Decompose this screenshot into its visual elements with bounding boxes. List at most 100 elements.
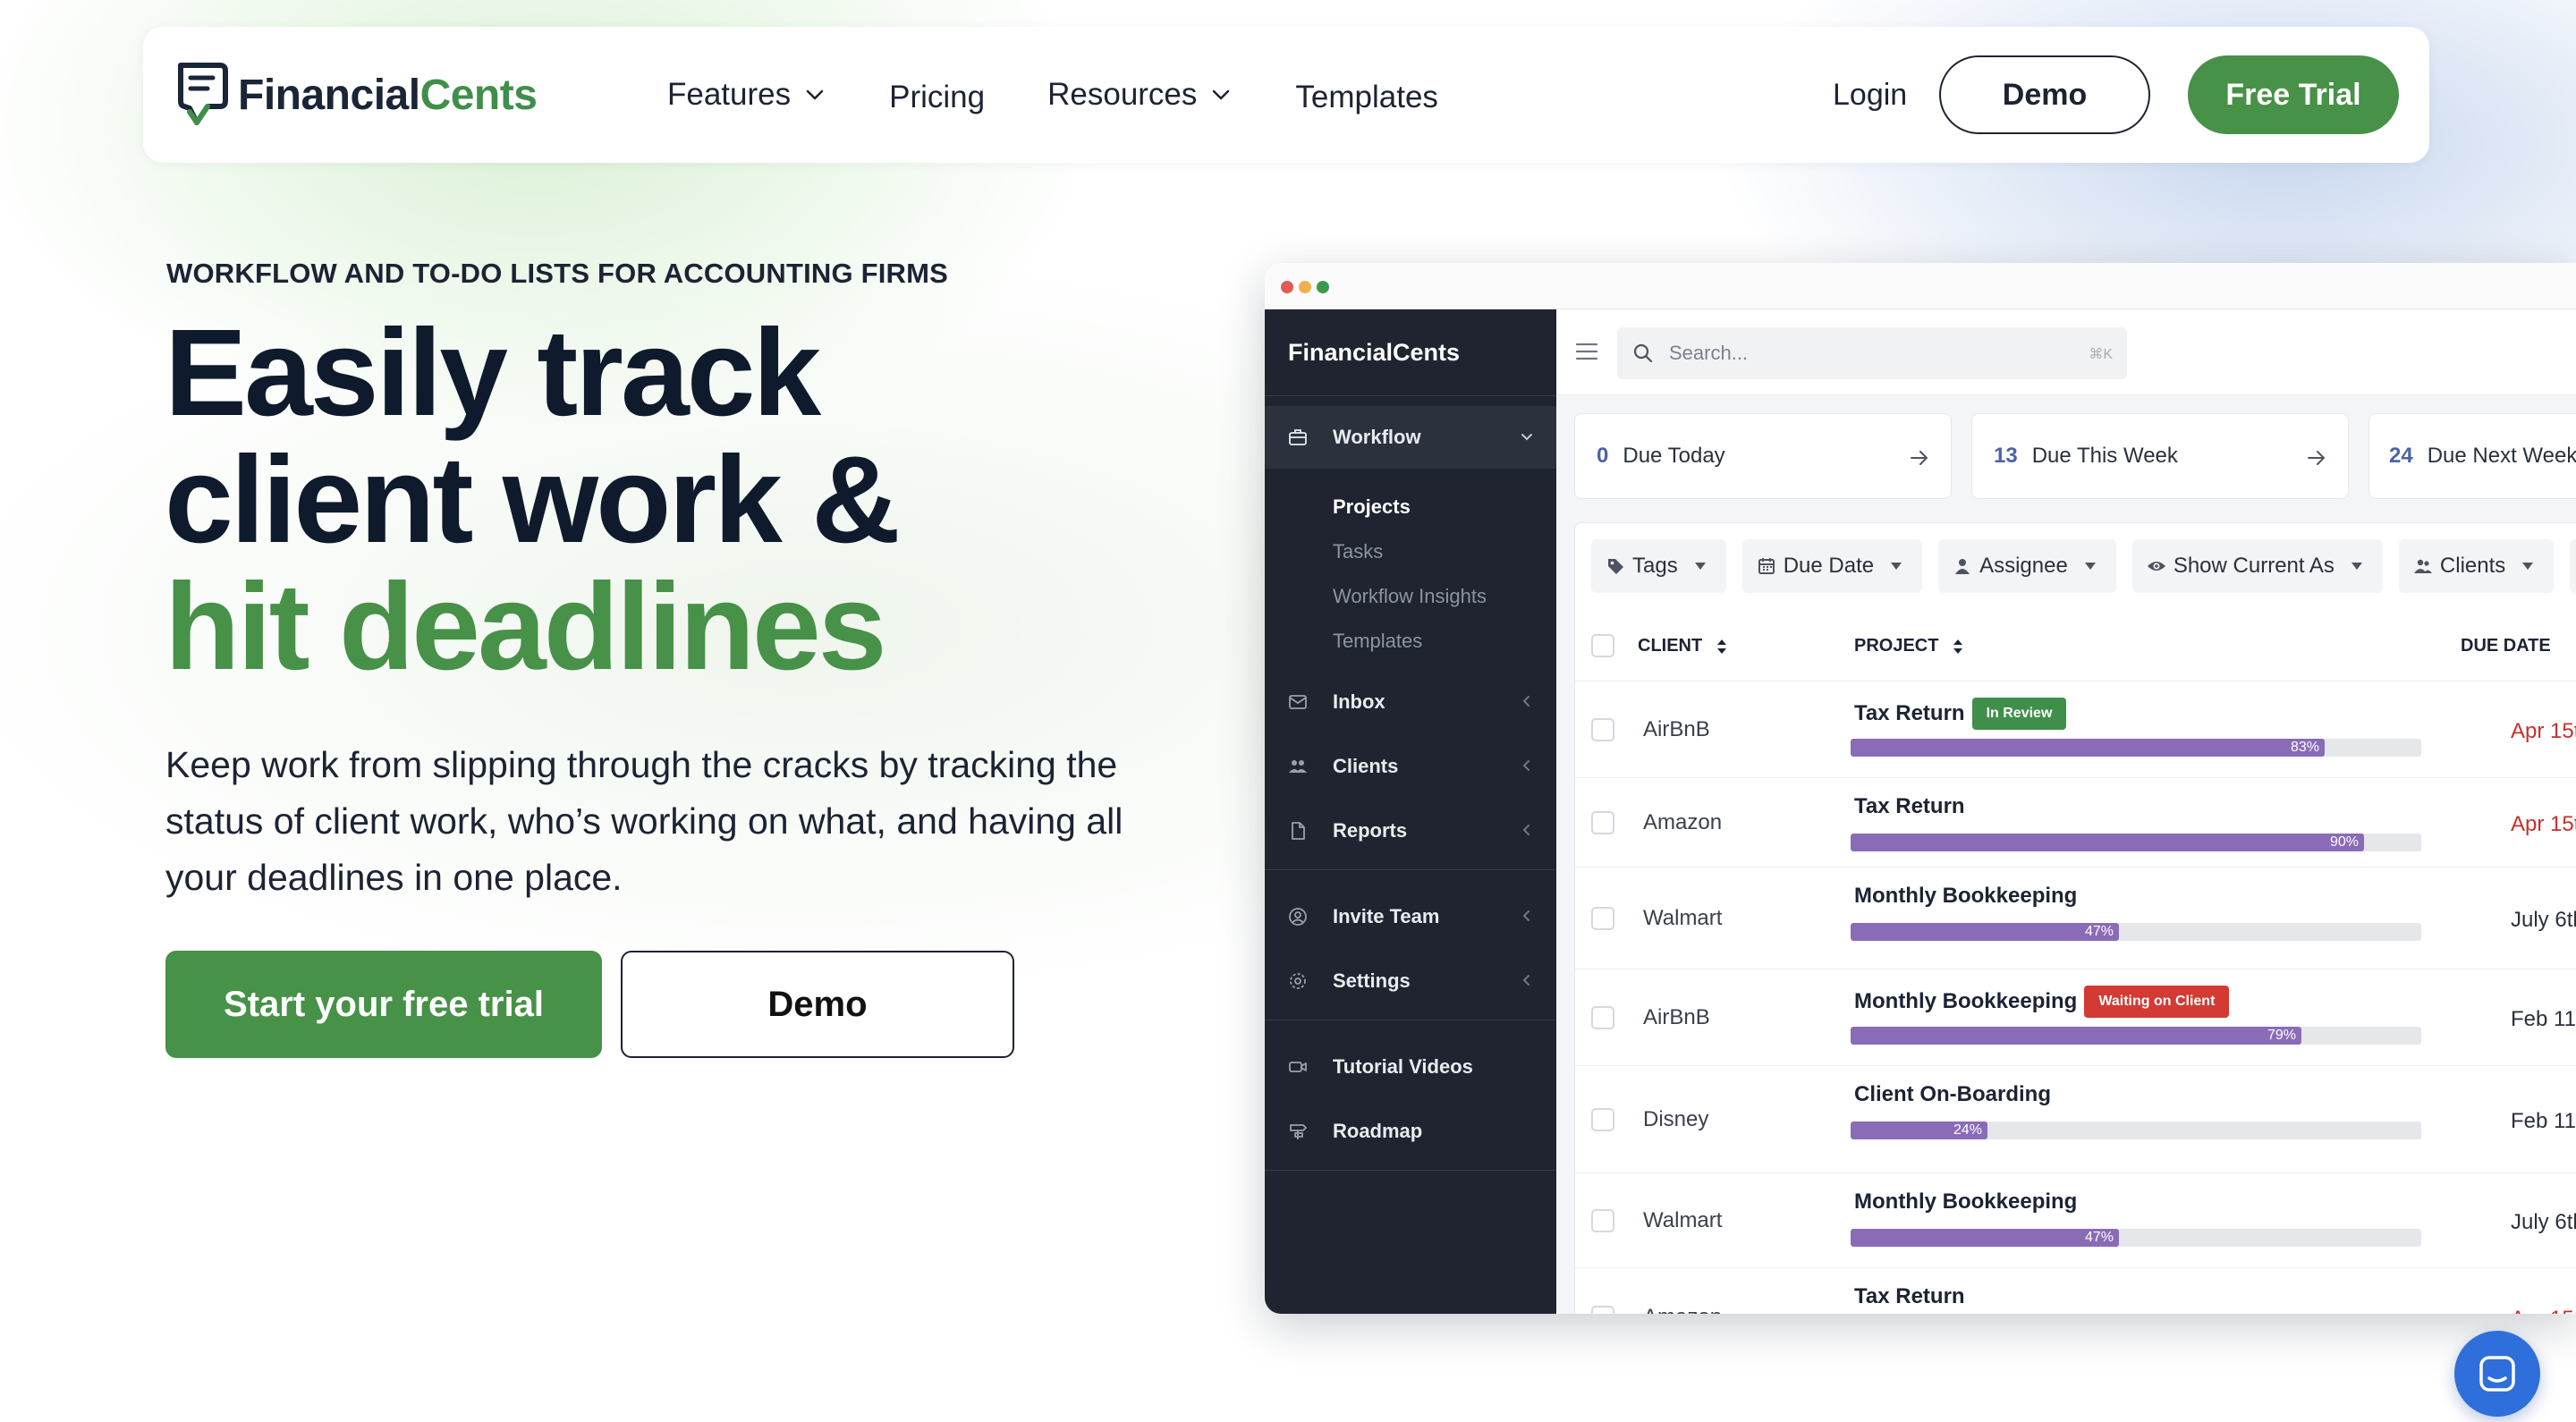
sidebar-item-tutorial-videos[interactable]: Tutorial Videos — [1265, 1036, 1556, 1098]
column-header-project[interactable]: PROJECT — [1854, 636, 1963, 656]
row-project[interactable]: Monthly Bookkeeping — [1854, 1189, 2077, 1215]
column-header-client[interactable]: CLIENT — [1638, 636, 1727, 656]
video-icon — [1289, 1062, 1307, 1072]
table-row[interactable]: Walmart Monthly Bookkeeping 47% July 6th — [1575, 1172, 2576, 1267]
row-checkbox[interactable] — [1591, 718, 1614, 741]
filter-label: Show Current As — [2173, 554, 2334, 578]
row-checkbox[interactable] — [1591, 1209, 1614, 1232]
status-badge: Waiting on Client — [2084, 986, 2230, 1018]
stat-label: Due This Week — [2031, 444, 2178, 468]
row-project[interactable]: Monthly Bookkeeping Waiting on Client — [1854, 986, 2230, 1018]
chevron-left-icon — [1522, 975, 1530, 986]
chevron-left-icon — [1522, 910, 1530, 921]
filter-assignee[interactable]: Assignee — [1938, 539, 2116, 593]
users-icon — [1289, 760, 1307, 773]
stat-due-next-week[interactable]: 24 Due Next Week — [2368, 413, 2576, 499]
progress-bar: 47% — [1851, 1229, 2421, 1247]
sidebar-item-settings[interactable]: Settings — [1265, 950, 1556, 1012]
select-all-checkbox[interactable] — [1591, 634, 1614, 657]
filter-due-date[interactable]: Due Date — [1741, 539, 1923, 593]
column-header-label: PROJECT — [1854, 636, 1939, 656]
search-placeholder: Search... — [1669, 342, 1749, 364]
table-row[interactable]: AirBnB Tax ReturnIn Review 83% Apr 15th — [1575, 681, 2576, 777]
stat-label: Due Next Week — [2427, 444, 2576, 468]
table-row[interactable]: AmazonTax Return90%Apr 15th — [1575, 1267, 2576, 1314]
sidebar-item-label: Reports — [1333, 819, 1408, 842]
stat-count: 24 — [2389, 444, 2413, 468]
sidebar-item-invite-team[interactable]: Invite Team — [1265, 885, 1556, 948]
sidebar-subitem-workflow-insights[interactable]: Workflow Insights — [1333, 585, 1487, 608]
row-client: Walmart — [1643, 906, 1723, 930]
sidebar-item-clients[interactable]: Clients — [1265, 735, 1556, 798]
chat-launcher-button[interactable] — [2454, 1331, 2540, 1417]
filter-tags[interactable]: Tags — [1591, 539, 1726, 593]
table-row[interactable]: Walmart Monthly Bookkeeping 47% July 6th — [1575, 867, 2576, 969]
stat-due-today[interactable]: 0 Due Today — [1574, 413, 1952, 499]
stat-count: 13 — [1994, 444, 2018, 468]
filter-show-current-as[interactable]: Show Current As — [2131, 539, 2383, 593]
row-checkbox[interactable] — [1591, 1108, 1614, 1131]
row-project[interactable]: Tax Return — [1854, 794, 1965, 819]
menu-icon[interactable] — [1574, 340, 1599, 363]
progress-bar: 24% — [1851, 1122, 2421, 1139]
sidebar-subitem-tasks[interactable]: Tasks — [1333, 540, 1383, 563]
row-project[interactable]: Tax Return In Review — [1854, 698, 2067, 730]
login-link[interactable]: Login — [1833, 70, 1907, 120]
arrow-right-icon — [2308, 451, 2325, 465]
filter-bar: Tags Due Date Assignee Show Current As C… — [1591, 539, 2576, 593]
filter-clients[interactable]: Clients — [2398, 539, 2555, 593]
row-project[interactable]: Monthly Bookkeeping — [1854, 884, 2077, 909]
sidebar-item-inbox[interactable]: Inbox — [1265, 671, 1556, 733]
column-header-due-date[interactable]: DUE DATE — [2461, 636, 2551, 656]
free-trial-button[interactable]: Free Trial — [2188, 55, 2399, 134]
row-checkbox[interactable] — [1591, 1006, 1614, 1029]
sidebar-item-label: Workflow — [1333, 426, 1421, 448]
mail-icon — [1289, 695, 1307, 709]
nav-pricing[interactable]: Pricing — [889, 80, 985, 115]
demo-button[interactable]: Demo — [1939, 55, 2150, 134]
progress-label: 47% — [2085, 924, 2114, 939]
start-free-trial-button[interactable]: Start your free trial — [165, 951, 602, 1058]
filter-more[interactable] — [2570, 539, 2576, 593]
stat-due-this-week[interactable]: 13 Due This Week — [1971, 413, 2349, 499]
app-sidebar: FinancialCents Workflow Projects Tasks W… — [1265, 309, 1556, 1314]
table-row[interactable]: Disney Client On-Boarding 24% Feb 11th — [1575, 1065, 2576, 1172]
sidebar-item-label: Settings — [1333, 969, 1411, 992]
chat-icon — [2479, 1356, 2515, 1392]
row-project[interactable]: Client On-Boarding — [1854, 1082, 2051, 1107]
row-project-name: Tax Return — [1854, 1284, 1965, 1308]
row-checkbox[interactable] — [1591, 811, 1614, 834]
briefcase-icon — [1289, 429, 1307, 445]
nav-features[interactable]: Features — [667, 77, 826, 113]
stat-count: 0 — [1597, 444, 1609, 468]
top-navigation: FinancialCents Features Pricing Resource… — [143, 27, 2429, 163]
search-input[interactable]: Search... ⌘K — [1617, 327, 2127, 379]
sidebar-item-label: Inbox — [1333, 690, 1385, 713]
sidebar-item-roadmap[interactable]: Roadmap — [1265, 1100, 1556, 1163]
users-icon — [2413, 559, 2432, 573]
window-close-dot — [1281, 281, 1293, 293]
sidebar-item-workflow[interactable]: Workflow — [1265, 406, 1556, 469]
table-row[interactable]: AirBnB Monthly Bookkeeping Waiting on Clie… — [1575, 969, 2576, 1065]
progress-label: 47% — [2085, 1230, 2114, 1245]
sidebar-item-reports[interactable]: Reports — [1265, 800, 1556, 862]
row-project-name: Tax Return — [1854, 794, 1965, 818]
row-client: AirBnB — [1643, 717, 1710, 741]
row-project[interactable]: Tax Return — [1854, 1284, 1965, 1309]
logo-icon — [178, 63, 228, 125]
sidebar-subitem-templates[interactable]: Templates — [1333, 630, 1422, 653]
nav-templates[interactable]: Templates — [1295, 80, 1438, 115]
row-checkbox[interactable] — [1591, 1306, 1614, 1314]
sidebar-item-label: Tutorial Videos — [1333, 1055, 1473, 1078]
sidebar-subitem-projects[interactable]: Projects — [1333, 495, 1411, 519]
row-checkbox[interactable] — [1591, 907, 1614, 930]
nav-resources[interactable]: Resources — [1047, 77, 1233, 113]
table-row[interactable]: AmazonTax Return90%Apr 15th — [1575, 777, 2576, 867]
row-due-date: Apr 15th — [2511, 719, 2576, 743]
hero-demo-button[interactable]: Demo — [621, 951, 1014, 1058]
row-client: AirBnB — [1643, 1005, 1710, 1029]
chevron-down-icon — [1213, 89, 1230, 100]
progress-fill — [1851, 923, 2119, 941]
row-client: Walmart — [1643, 1208, 1723, 1232]
financialcents-logo[interactable]: FinancialCents — [175, 59, 538, 131]
